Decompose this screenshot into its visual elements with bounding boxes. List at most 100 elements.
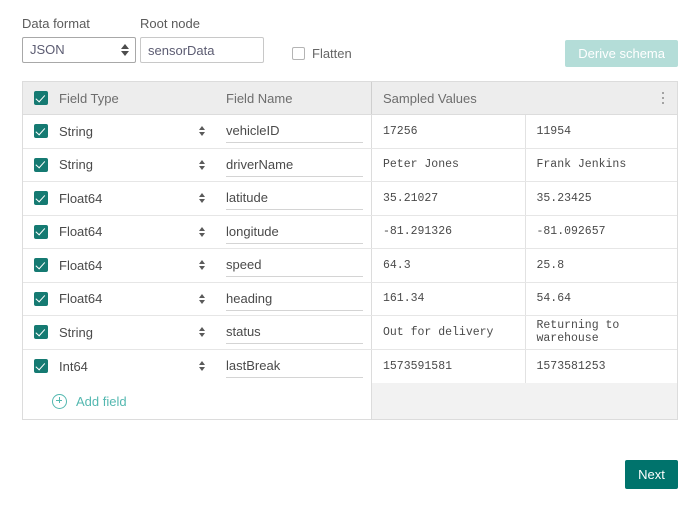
row-field-name-cell[interactable] xyxy=(226,350,371,384)
row-select-cell[interactable] xyxy=(23,216,59,249)
field-type-stepper-icon[interactable] xyxy=(199,159,205,170)
flatten-checkbox[interactable] xyxy=(292,46,305,60)
field-type-stepper-icon[interactable] xyxy=(199,226,205,237)
row-select-checkbox[interactable] xyxy=(34,359,48,374)
sample-value-1: 17256 xyxy=(383,124,418,138)
field-name-input[interactable] xyxy=(226,290,363,311)
field-type-stepper-icon[interactable] xyxy=(199,126,205,137)
header-sampled-values: Sampled Values xyxy=(371,82,677,114)
field-name-input[interactable] xyxy=(226,223,363,244)
sample-value-1: Peter Jones xyxy=(383,158,459,172)
add-field-cell[interactable]: Add field xyxy=(23,383,371,419)
next-button[interactable]: Next xyxy=(625,460,678,489)
row-field-name-cell[interactable] xyxy=(226,115,371,148)
header-field-type: Field Type xyxy=(59,82,226,114)
row-field-name-cell[interactable] xyxy=(226,216,371,249)
row-field-name-cell[interactable] xyxy=(226,249,371,282)
row-field-type-cell[interactable]: String xyxy=(59,316,226,349)
row-field-type-value: Float64 xyxy=(59,291,103,307)
table-row: Float64 64.3 25.8 xyxy=(23,249,677,283)
toolbar: Data format JSON Root node Flatten Deriv… xyxy=(22,16,678,72)
row-field-name-cell[interactable] xyxy=(226,182,371,215)
row-select-checkbox[interactable] xyxy=(34,157,48,172)
row-sampled-values-cell: 161.34 54.64 xyxy=(371,282,677,315)
row-field-type-cell[interactable]: Float64 xyxy=(59,216,226,249)
field-name-input[interactable] xyxy=(226,123,363,144)
field-name-input[interactable] xyxy=(226,324,363,345)
table-row: Int64 1573591581 1573581253 xyxy=(23,349,678,384)
sample-value-2: 35.23425 xyxy=(524,182,678,215)
row-select-cell[interactable] xyxy=(23,115,59,148)
field-type-stepper-icon[interactable] xyxy=(199,327,205,338)
row-select-checkbox[interactable] xyxy=(34,224,48,239)
select-all-checkbox[interactable] xyxy=(34,91,48,105)
row-field-type-value: String xyxy=(59,324,93,340)
field-name-input[interactable] xyxy=(226,156,363,177)
table-row: String 17256 11954 xyxy=(23,115,677,149)
row-sampled-values-cell: Out for delivery Returning to warehouse xyxy=(371,316,677,349)
sample-value-2: 25.8 xyxy=(524,249,678,282)
row-field-name-cell[interactable] xyxy=(226,149,371,182)
schema-table: Field Type Field Name Sampled Values Str… xyxy=(22,81,678,420)
table-row: String Peter Jones Frank Jenkins xyxy=(23,148,677,182)
row-field-name-cell[interactable] xyxy=(226,316,371,349)
row-sampled-values-cell: 35.21027 35.23425 xyxy=(371,182,677,215)
sample-value-1: 35.21027 xyxy=(383,191,439,205)
row-field-type-cell[interactable]: Float64 xyxy=(59,283,226,316)
select-all-cell[interactable] xyxy=(23,82,59,114)
header-field-name-label: Field Name xyxy=(226,90,293,106)
field-type-stepper-icon[interactable] xyxy=(199,193,205,204)
row-select-checkbox[interactable] xyxy=(34,325,48,340)
field-name-input[interactable] xyxy=(226,190,363,211)
row-field-type-cell[interactable]: String xyxy=(59,115,226,148)
add-field-row: Add field xyxy=(23,383,677,419)
row-select-checkbox[interactable] xyxy=(34,291,48,306)
add-field-button[interactable]: Add field xyxy=(52,393,127,409)
field-type-stepper-icon[interactable] xyxy=(199,293,205,304)
row-field-type-cell[interactable]: Float64 xyxy=(59,182,226,215)
row-select-cell[interactable] xyxy=(23,350,59,384)
row-select-checkbox[interactable] xyxy=(34,191,48,206)
row-select-checkbox[interactable] xyxy=(34,124,48,139)
row-field-type-cell[interactable]: Int64 xyxy=(59,350,226,384)
flatten-label: Flatten xyxy=(312,45,352,61)
root-node-input[interactable] xyxy=(140,37,264,63)
field-name-input[interactable] xyxy=(226,257,363,278)
row-field-type-cell[interactable]: Float64 xyxy=(59,249,226,282)
add-field-empty-cell xyxy=(371,383,677,419)
more-options-icon[interactable] xyxy=(661,91,664,105)
field-type-stepper-icon[interactable] xyxy=(199,361,205,372)
row-sampled-values-cell: -81.291326 -81.092657 xyxy=(371,215,678,248)
data-format-group: Data format JSON xyxy=(22,16,136,63)
data-format-label: Data format xyxy=(22,16,90,31)
row-select-checkbox[interactable] xyxy=(34,258,48,273)
row-field-type-value: Float64 xyxy=(59,190,103,206)
data-format-select-wrap: JSON xyxy=(22,37,136,63)
row-sampled-values-cell: 64.3 25.8 xyxy=(371,249,677,282)
sample-value-1: 1573591581 xyxy=(383,359,453,373)
row-sampled-values-cell: 1573591581 1573581253 xyxy=(371,349,678,383)
row-field-type-value: Float64 xyxy=(59,224,103,240)
table-row: Float64 35.21027 35.23425 xyxy=(23,182,677,216)
sample-value-2: -81.092657 xyxy=(524,215,678,248)
sample-value-2: 1573581253 xyxy=(524,349,678,383)
root-node-label: Root node xyxy=(140,16,200,31)
derive-schema-button[interactable]: Derive schema xyxy=(565,40,678,67)
row-select-cell[interactable] xyxy=(23,283,59,316)
row-field-type-value: Float64 xyxy=(59,257,103,273)
field-name-input[interactable] xyxy=(226,358,363,379)
header-field-type-label: Field Type xyxy=(59,90,119,106)
row-select-cell[interactable] xyxy=(23,149,59,182)
row-select-cell[interactable] xyxy=(23,316,59,349)
row-field-type-cell[interactable]: String xyxy=(59,149,226,182)
plus-circle-icon xyxy=(52,393,67,409)
sample-value-1: 161.34 xyxy=(383,292,425,306)
row-field-name-cell[interactable] xyxy=(226,283,371,316)
row-select-cell[interactable] xyxy=(23,182,59,215)
field-type-stepper-icon[interactable] xyxy=(199,260,205,271)
row-select-cell[interactable] xyxy=(23,249,59,282)
table-row: String Out for delivery Returning to wareh… xyxy=(23,316,677,350)
data-format-select[interactable]: JSON xyxy=(22,37,136,63)
flatten-checkbox-group[interactable]: Flatten xyxy=(292,40,352,66)
row-sampled-values-cell: 17256 11954 xyxy=(371,115,677,148)
